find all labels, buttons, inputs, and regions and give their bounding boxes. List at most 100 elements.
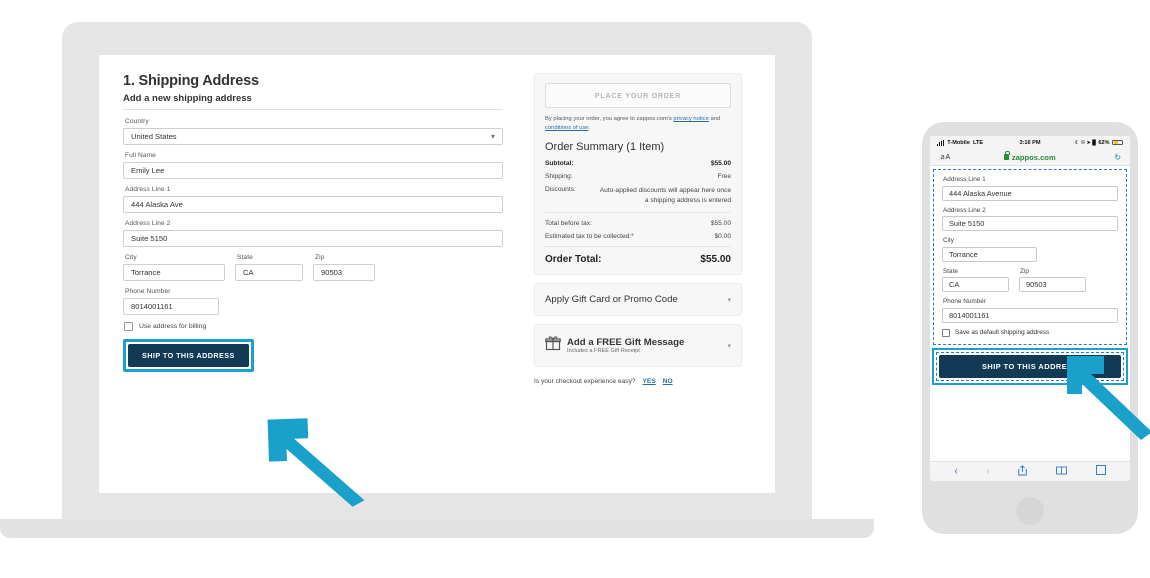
- phone-status-bar: T-Mobile LTE 3:16 PM ☾ ☉ ➤ █ 62%: [930, 136, 1130, 149]
- order-total-value: $55.00: [700, 254, 731, 266]
- back-icon[interactable]: ‹: [954, 466, 957, 477]
- checkbox-icon[interactable]: [942, 328, 950, 337]
- reload-icon[interactable]: ↻: [1056, 153, 1121, 162]
- lock-icon: [1004, 151, 1010, 160]
- phone-city-input[interactable]: Torrance: [942, 246, 1037, 262]
- subtotal-row: Subtotal: $55.00: [545, 160, 731, 167]
- url-display[interactable]: zappos.com: [1004, 151, 1056, 162]
- status-right: ☾ ☉ ➤ █ 62%: [1041, 139, 1124, 146]
- phone-address2-input[interactable]: Suite 5150: [942, 216, 1118, 231]
- feedback-question: Is your checkout experience easy?: [534, 378, 636, 386]
- ship-to-this-address-button[interactable]: SHIP TO THIS ADDRESS: [128, 344, 249, 367]
- tabs-icon[interactable]: [1095, 465, 1106, 478]
- city-input[interactable]: Torrance: [123, 264, 225, 281]
- phone-pointer-arrow: [1064, 354, 1150, 449]
- phone-home-button[interactable]: [1016, 497, 1044, 525]
- phone-zip-input[interactable]: 90503: [1019, 277, 1086, 292]
- checkbox-icon[interactable]: [124, 322, 133, 331]
- gift-message-accordion[interactable]: Add a FREE Gift Message Includes a FREE …: [534, 324, 742, 368]
- shipping-value: Free: [717, 173, 731, 181]
- phone-phone-input[interactable]: 8014001161: [942, 307, 1118, 323]
- discounts-value: Auto-applied discounts will appear here …: [599, 187, 731, 205]
- phone-browser-toolbar: ‹ ›: [930, 461, 1130, 481]
- phone-input[interactable]: 8014001161: [123, 298, 219, 315]
- phone-device: T-Mobile LTE 3:16 PM ☾ ☉ ➤ █ 62% ａA zapp…: [922, 122, 1150, 534]
- share-icon[interactable]: [1018, 464, 1028, 479]
- country-label: Country: [125, 118, 149, 125]
- bookmarks-icon[interactable]: [1056, 466, 1067, 478]
- place-your-order-button[interactable]: PLACE YOUR ORDER: [545, 83, 731, 108]
- legal-prefix: By placing your order, you agree to zapp…: [545, 116, 674, 122]
- state-input[interactable]: CA: [235, 264, 303, 281]
- url-text: zappos.com: [1011, 152, 1056, 162]
- feedback-yes-link[interactable]: YES: [643, 378, 656, 385]
- estimated-tax-value: $0.00: [714, 233, 731, 241]
- phone-shipping-form: Address Line 1 444 Alaska Avenue Address…: [933, 169, 1127, 345]
- billing-checkbox-label: Use address for billing: [139, 323, 207, 330]
- phone-address1-input[interactable]: 444 Alaska Avenue: [942, 185, 1118, 201]
- billing-checkbox-row[interactable]: Use address for billing: [124, 322, 503, 331]
- chevron-down-icon: ▾: [490, 131, 495, 141]
- estimated-tax-label: Estimated tax to be collected:*: [545, 233, 634, 241]
- subtotal-value: $55.00: [710, 160, 731, 168]
- phone-state-label: State: [943, 267, 958, 275]
- legal-disclaimer: By placing your order, you agree to zapp…: [545, 115, 731, 132]
- summary-divider-2: [545, 246, 731, 248]
- legal-mid: and: [708, 116, 721, 122]
- status-time: 3:16 PM: [1019, 139, 1041, 146]
- chevron-down-icon: ▾: [727, 342, 731, 350]
- legal-suffix: .: [588, 124, 591, 131]
- gift-message-text: Add a FREE Gift Message Includes a FREE …: [567, 337, 684, 354]
- screenshot-canvas: 1. Shipping Address Add a new shipping a…: [0, 0, 1150, 578]
- feedback-no-link[interactable]: NO: [663, 378, 673, 385]
- shipping-address-form: 1. Shipping Address Add a new shipping a…: [123, 73, 503, 372]
- order-summary-card: PLACE YOUR ORDER By placing your order, …: [534, 73, 742, 276]
- battery-icon: [1112, 139, 1124, 146]
- order-summary-column: PLACE YOUR ORDER By placing your order, …: [534, 73, 742, 385]
- phone-default-checkbox-label: Save as default shipping address: [955, 329, 1050, 336]
- address1-input[interactable]: 444 Alaska Ave: [123, 196, 503, 213]
- phone-default-checkbox-row[interactable]: Save as default shipping address: [942, 328, 1118, 337]
- feedback-row: Is your checkout experience easy? YES NO: [534, 378, 742, 385]
- gift-message-title: Add a FREE Gift Message: [567, 337, 685, 349]
- total-before-tax-row: Total before tax: $55.00: [545, 220, 731, 227]
- phone-label: Phone Number: [125, 288, 171, 295]
- checkout-page: 1. Shipping Address Add a new shipping a…: [99, 55, 775, 493]
- shipping-label: Shipping:: [545, 173, 573, 181]
- title-divider: [123, 109, 503, 110]
- signal-bars-icon: [937, 139, 945, 146]
- city-state-zip-row: City Torrance State CA Zip 90503: [123, 254, 503, 288]
- conditions-of-use-link[interactable]: conditions of use: [545, 125, 589, 131]
- text-size-button[interactable]: ａA: [939, 152, 1004, 162]
- gift-message-subtitle: Includes a FREE Gift Receipt: [567, 348, 640, 355]
- promo-code-accordion[interactable]: Apply Gift Card or Promo Code ▾: [534, 283, 742, 317]
- gift-box-icon: [545, 335, 561, 356]
- network-type: LTE: [972, 139, 984, 146]
- discounts-label: Discounts:: [545, 186, 576, 194]
- address2-label: Address Line 2: [125, 220, 171, 227]
- privacy-notice-link[interactable]: privacy notice: [673, 116, 708, 122]
- summary-divider-1: [545, 212, 731, 214]
- gift-message-left: Add a FREE Gift Message Includes a FREE …: [545, 335, 684, 356]
- address2-input[interactable]: Suite 5150: [123, 230, 503, 247]
- phone-state-zip-row: State CA Zip 90503: [942, 268, 1118, 299]
- carrier-name: T-Mobile: [947, 139, 970, 146]
- ship-button-highlight: SHIP TO THIS ADDRESS: [123, 339, 254, 372]
- subtotal-label: Subtotal:: [545, 160, 574, 168]
- estimated-tax-row: Estimated tax to be collected:* $0.00: [545, 233, 731, 240]
- forward-icon: ›: [986, 465, 990, 477]
- laptop-screen: 1. Shipping Address Add a new shipping a…: [99, 55, 775, 493]
- state-label: State: [237, 254, 253, 261]
- fullname-input[interactable]: Emily Lee: [123, 162, 503, 179]
- country-value: United States: [131, 132, 177, 141]
- zip-label: Zip: [315, 254, 325, 261]
- promo-code-label: Apply Gift Card or Promo Code: [545, 294, 678, 306]
- country-select[interactable]: United States ▾: [123, 128, 503, 145]
- zip-input[interactable]: 90503: [313, 264, 375, 281]
- laptop-pointer-arrow: [265, 416, 375, 516]
- phone-address2-label: Address Line 2: [943, 206, 986, 214]
- status-indicator-icons: ☾ ☉ ➤ █: [1074, 139, 1096, 146]
- phone-state-input[interactable]: CA: [942, 277, 1009, 292]
- fullname-label: Full Name: [125, 152, 156, 159]
- discounts-row: Discounts: Auto-applied discounts will a…: [545, 186, 731, 206]
